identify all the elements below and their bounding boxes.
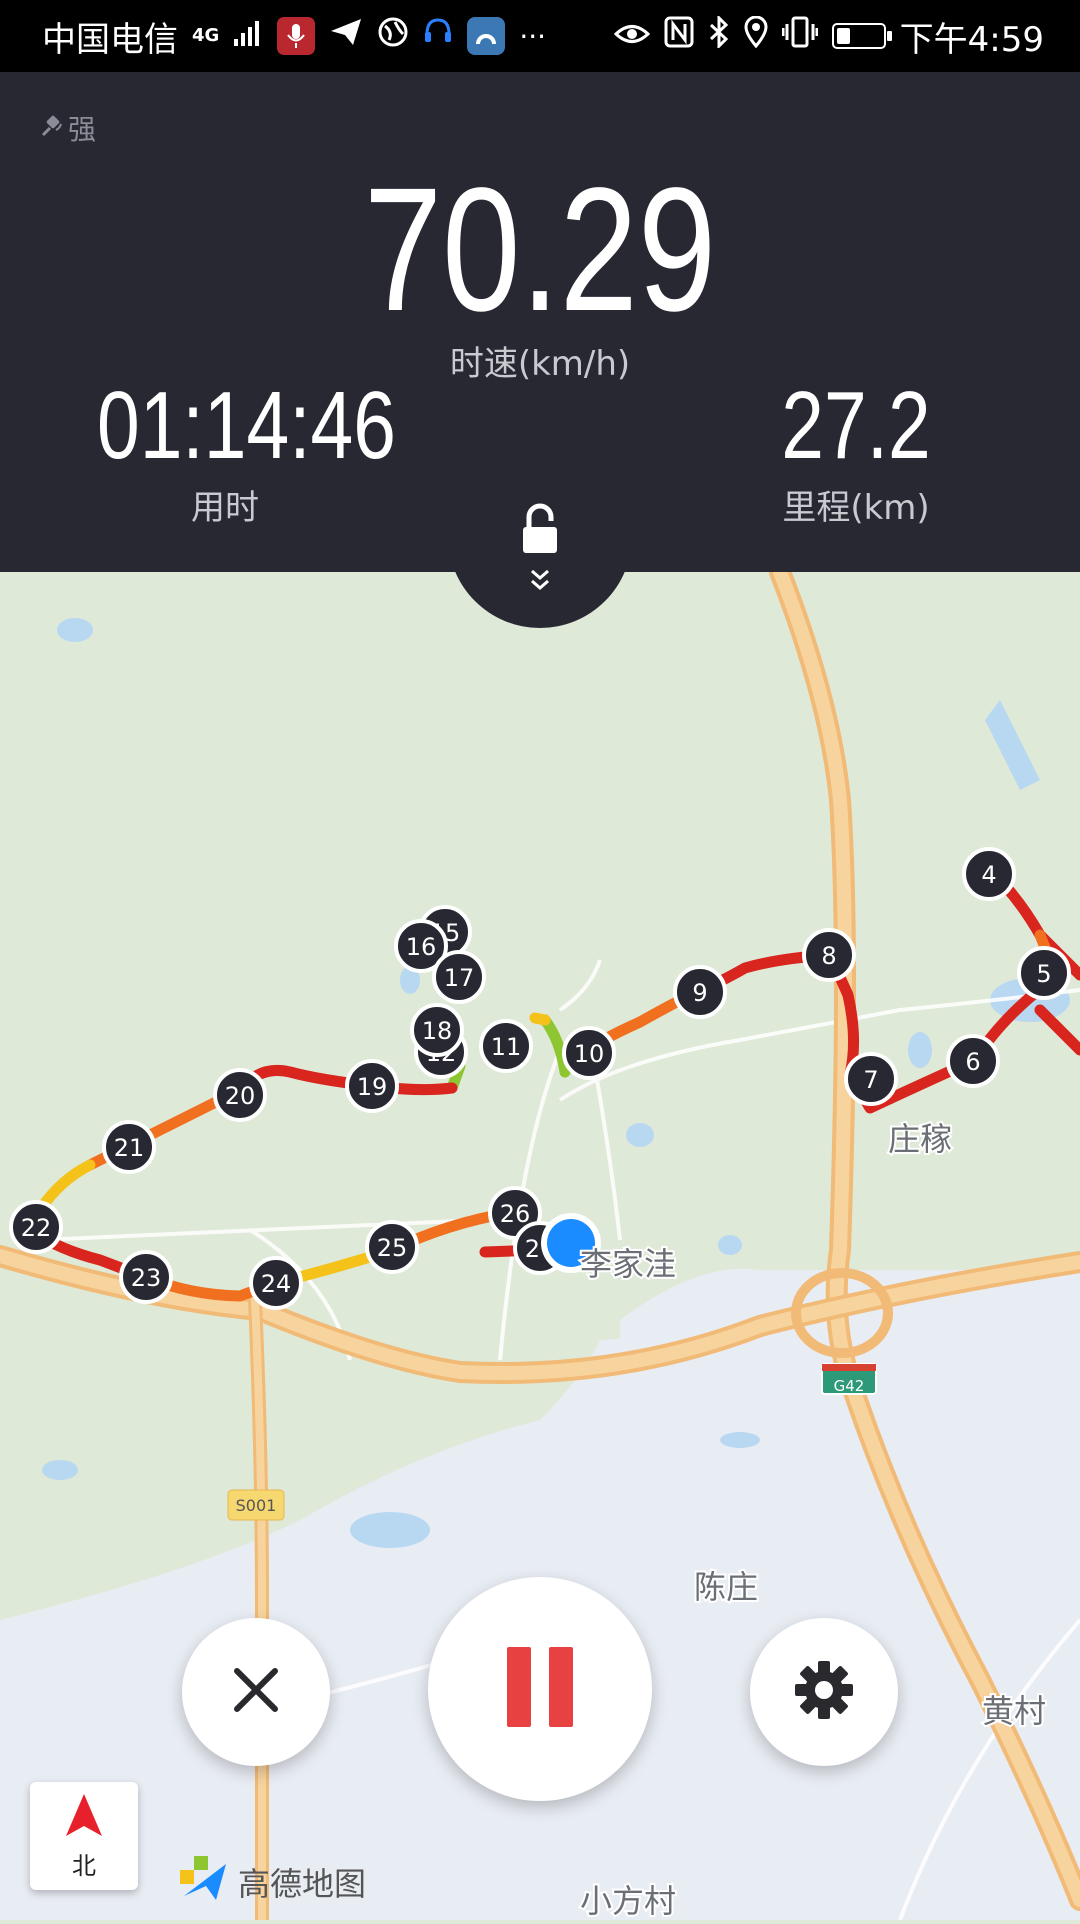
km-marker-label: 10	[574, 1040, 605, 1068]
km-marker-18: 18	[410, 1003, 464, 1057]
gear-icon	[793, 1659, 855, 1725]
battery-icon	[831, 23, 892, 49]
headset-icon	[423, 16, 453, 57]
km-marker-label: 5	[1036, 960, 1051, 988]
km-marker-25: 25	[365, 1220, 419, 1274]
km-marker-label: 9	[692, 979, 707, 1007]
network-type: 4G	[192, 25, 220, 46]
km-marker-17: 17	[432, 950, 486, 1004]
elapsed-time-value: 01:14:46	[97, 372, 396, 479]
km-marker-label: 21	[114, 1134, 145, 1162]
gps-status: 强	[40, 108, 96, 148]
map-provider-logo: 高德地图	[178, 1852, 366, 1912]
road-badge-g42-label: G42	[834, 1377, 865, 1395]
km-marker-5: 5	[1017, 946, 1071, 1000]
location-icon	[744, 15, 768, 57]
send-icon	[329, 16, 363, 56]
km-marker-11: 11	[479, 1019, 533, 1073]
km-marker-label: 20	[225, 1082, 256, 1110]
close-icon	[231, 1665, 281, 1719]
place-label: 小方村	[580, 1882, 676, 1920]
km-marker-label: 8	[821, 942, 836, 970]
distance-value: 27.2	[781, 372, 931, 479]
km-marker-23: 23	[119, 1250, 173, 1304]
km-marker-label: 25	[377, 1234, 408, 1262]
road-badge-s001-label: S001	[236, 1496, 277, 1515]
km-marker-label: 24	[261, 1270, 292, 1298]
place-label: 黄村	[982, 1692, 1046, 1730]
bluetooth-icon	[708, 13, 730, 57]
speed-value: 70.29	[363, 152, 717, 348]
place-label: 庄稼	[888, 1120, 952, 1158]
nfc-icon	[664, 16, 694, 57]
km-marker-7: 7	[844, 1052, 898, 1106]
km-marker-19: 19	[345, 1059, 399, 1113]
clock: 下午4:59	[899, 19, 1044, 60]
km-marker-label: 6	[965, 1048, 980, 1076]
compass-button[interactable]: 北	[30, 1782, 138, 1890]
km-marker-label: 23	[131, 1264, 162, 1292]
pause-icon	[507, 1647, 573, 1731]
km-marker-label: 26	[500, 1200, 531, 1228]
km-marker-label: 11	[491, 1033, 522, 1061]
lock-icon	[520, 503, 560, 559]
km-marker-label: 17	[444, 964, 475, 992]
globe-icon	[377, 16, 409, 57]
carrier-name: 中国电信	[42, 19, 178, 60]
km-marker-label: 4	[981, 861, 996, 889]
pause-button[interactable]	[428, 1577, 652, 1801]
mic-icon	[277, 17, 316, 55]
km-marker-label: 19	[357, 1073, 388, 1101]
satellite-icon	[40, 112, 64, 145]
km-marker-22: 22	[9, 1200, 63, 1254]
compass-label: 北	[72, 1851, 96, 1880]
km-marker-label: 16	[406, 933, 437, 961]
eye-icon	[613, 16, 650, 56]
km-marker-label: 22	[21, 1214, 52, 1242]
place-label: 李家洼	[580, 1245, 676, 1283]
app-icon	[467, 17, 506, 55]
chevron-double-down-icon	[528, 569, 552, 595]
km-marker-8: 8	[802, 928, 856, 982]
more-icon: ···	[519, 19, 547, 53]
km-marker-label: 7	[863, 1066, 878, 1094]
km-marker-21: 21	[102, 1120, 156, 1174]
map-provider-name: 高德地图	[238, 1865, 367, 1903]
signal-icon	[233, 16, 263, 56]
distance-label: 里程(km)	[782, 488, 930, 528]
km-marker-9: 9	[673, 965, 727, 1019]
north-arrow-icon	[64, 1792, 104, 1842]
km-marker-6: 6	[946, 1034, 1000, 1088]
elapsed-time-label: 用时	[191, 488, 259, 528]
vibrate-icon	[781, 16, 819, 57]
km-marker-10: 10	[562, 1026, 616, 1080]
gps-strength-label: 强	[68, 113, 97, 146]
km-marker-4: 4	[962, 847, 1016, 901]
km-marker-24: 24	[249, 1256, 303, 1310]
settings-button[interactable]	[750, 1618, 898, 1766]
amap-logo-icon	[178, 1852, 230, 1912]
km-marker-label: 18	[422, 1017, 453, 1045]
place-label: 陈庄	[694, 1568, 758, 1606]
km-marker-20: 20	[213, 1068, 267, 1122]
stop-button[interactable]	[182, 1618, 330, 1766]
status-bar: 中国电信 4G ··· 下午4:59	[0, 0, 1080, 72]
